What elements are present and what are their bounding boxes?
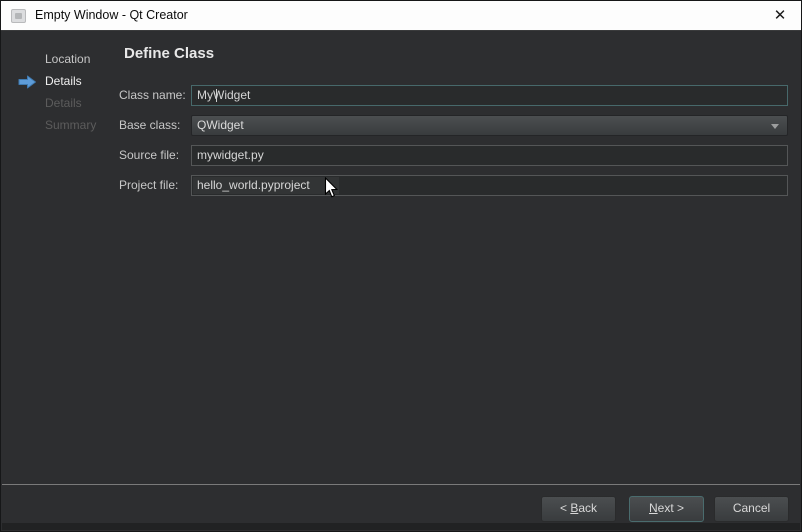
- project-file-label: Project file:: [119, 175, 178, 196]
- form-row-class-name: Class name: MyWidget: [119, 85, 788, 106]
- wizard-step-label: Details: [45, 74, 82, 88]
- wizard-step-details-current: Details: [1, 70, 121, 92]
- wizard-step-summary: Summary: [1, 114, 121, 136]
- next-button[interactable]: Next >: [629, 496, 704, 522]
- wizard-dialog-window: Empty Window - Qt Creator ✕ Location Det…: [0, 0, 802, 532]
- field-highlight: [193, 177, 339, 194]
- back-button[interactable]: < Back: [541, 496, 616, 522]
- wizard-step-details-upcoming: Details: [1, 92, 121, 114]
- cancel-button-label: Cancel: [733, 501, 770, 515]
- wizard-step-location: Location: [1, 48, 121, 70]
- base-class-value: QWidget: [197, 118, 244, 132]
- wizard-step-label: Summary: [45, 118, 96, 132]
- form-row-source-file: Source file: mywidget.py: [119, 145, 788, 166]
- title-bar: Empty Window - Qt Creator ✕: [1, 1, 801, 31]
- class-name-value: MyWidget: [197, 88, 250, 102]
- wizard-step-list: Location Details Details Summary: [1, 48, 121, 136]
- class-name-label: Class name:: [119, 85, 186, 106]
- close-icon[interactable]: ✕: [769, 1, 791, 30]
- back-button-label: <: [560, 501, 570, 515]
- class-name-input[interactable]: MyWidget: [191, 85, 788, 106]
- base-class-dropdown[interactable]: QWidget: [191, 115, 788, 136]
- source-file-value: mywidget.py: [197, 148, 264, 162]
- source-file-label: Source file:: [119, 145, 179, 166]
- form-row-project-file: Project file: hello_world.pyproject: [119, 175, 788, 196]
- window-title: Empty Window - Qt Creator: [35, 1, 188, 30]
- mouse-cursor: [324, 177, 339, 204]
- wizard-step-label: Location: [45, 52, 90, 66]
- source-file-input[interactable]: mywidget.py: [191, 145, 788, 166]
- base-class-label: Base class:: [119, 115, 180, 136]
- footer-separator: [2, 484, 800, 485]
- app-icon: [11, 9, 26, 23]
- form-row-base-class: Base class: QWidget: [119, 115, 788, 136]
- page-title: Define Class: [124, 45, 214, 62]
- current-step-arrow-icon: [18, 74, 37, 88]
- text-caret: [216, 89, 217, 102]
- window-bottom-edge: [2, 523, 800, 530]
- project-file-input[interactable]: hello_world.pyproject: [191, 175, 788, 196]
- wizard-step-label: Details: [45, 96, 82, 110]
- cancel-button[interactable]: Cancel: [714, 496, 789, 522]
- chevron-down-icon: [771, 124, 779, 129]
